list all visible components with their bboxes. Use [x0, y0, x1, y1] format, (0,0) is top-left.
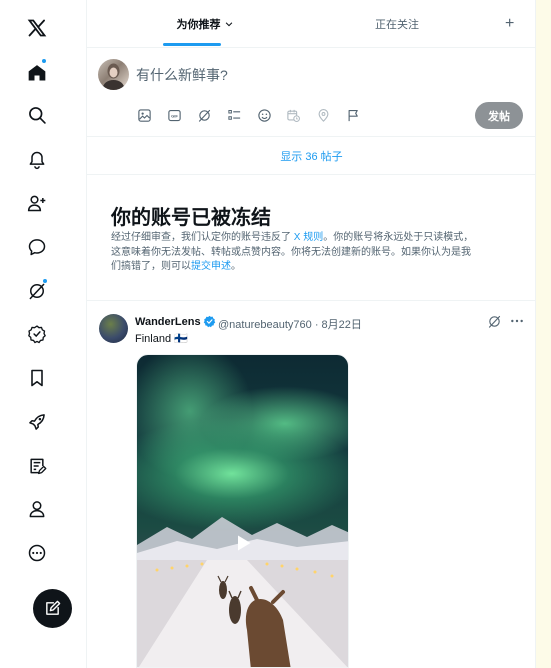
verified-badge-icon — [203, 315, 216, 328]
poll-button[interactable] — [226, 107, 242, 123]
tab-following[interactable]: 正在关注 — [337, 0, 457, 48]
play-icon[interactable] — [233, 533, 253, 553]
grok-icon — [29, 283, 45, 300]
verified-badge-icon — [28, 325, 46, 344]
sidebar-item-articles[interactable] — [27, 448, 79, 484]
compose-icon — [46, 600, 61, 615]
notification-dot — [42, 278, 48, 284]
avatar[interactable] — [98, 59, 129, 90]
chat-bubble-icon — [28, 239, 46, 256]
rocket-icon — [29, 414, 45, 430]
sidebar — [0, 0, 87, 668]
flag-icon — [348, 109, 358, 121]
poll-icon — [227, 109, 240, 120]
tweet-text: Finland 🇫🇮 — [135, 333, 188, 345]
compose-button[interactable] — [33, 589, 72, 628]
image-button[interactable] — [136, 107, 152, 123]
snowy-path-with-deer — [137, 560, 348, 667]
sidebar-item-follow[interactable] — [27, 185, 79, 221]
notice-text: 。你的账号将永远处于只读模式， — [323, 232, 474, 243]
show-new-posts[interactable]: 显示 36 帖子 — [87, 137, 536, 175]
tweet[interactable]: WanderLens @naturebeauty760 · 8月22日 Finl… — [87, 301, 536, 668]
bell-icon — [29, 151, 45, 170]
submit-appeal-link[interactable]: 提交申述 — [191, 261, 231, 272]
bookmark-icon — [31, 369, 43, 387]
image-icon — [137, 108, 151, 122]
emoji-button[interactable] — [256, 107, 272, 123]
location-button[interactable] — [315, 107, 331, 123]
sidebar-item-home[interactable] — [27, 55, 79, 91]
x-rules-link[interactable]: X 规则 — [294, 232, 323, 243]
emoji-icon — [257, 108, 271, 122]
tweet-video[interactable] — [136, 354, 349, 668]
sidebar-item-notifications[interactable] — [27, 142, 79, 178]
notice-title: 你的账号已被冻结 — [111, 207, 271, 229]
notice-body: 经过仔细审查，我们认定你的账号违反了 X 规则。你的账号将永远处于只读模式， 这… — [111, 231, 516, 275]
schedule-icon — [286, 109, 300, 122]
notification-dot — [41, 58, 47, 64]
more-options-icon[interactable] — [509, 313, 525, 329]
tab-for-you[interactable]: 为你推荐 — [145, 0, 265, 48]
sidebar-item-jobs[interactable] — [27, 404, 79, 440]
tweet-meta: @naturebeauty760 · 8月22日 — [218, 316, 362, 332]
main-timeline: 为你推荐 正在关注 + 有什么新鲜事? GIF 发帖 显示 36 帖子 你的账号… — [87, 0, 536, 668]
x-logo-icon[interactable] — [27, 10, 79, 46]
search-icon — [29, 107, 46, 124]
tweet-handle[interactable]: @naturebeauty760 — [218, 319, 312, 331]
add-tab-button[interactable]: + — [505, 16, 514, 32]
gif-button[interactable]: GIF — [166, 107, 182, 123]
tweet-separator: · — [314, 319, 319, 331]
home-icon — [28, 65, 46, 81]
timeline-tabs: 为你推荐 正在关注 + — [87, 0, 536, 48]
location-icon — [318, 108, 328, 122]
account-frozen-notice: 你的账号已被冻结 经过仔细审查，我们认定你的账号违反了 X 规则。你的账号将永远… — [87, 175, 536, 301]
chevron-down-icon — [225, 22, 232, 27]
edit-document-icon — [30, 458, 47, 475]
person-icon — [29, 501, 45, 518]
flag-button[interactable] — [345, 107, 361, 123]
grok-icon — [198, 109, 210, 122]
sidebar-item-bookmarks[interactable] — [27, 360, 79, 396]
notice-text: 们搞错了，则可以 — [111, 261, 191, 272]
grok-icon[interactable] — [487, 314, 502, 329]
notice-text: 。 — [231, 261, 241, 272]
tab-for-you-label: 为你推荐 — [176, 19, 221, 31]
active-tab-indicator — [163, 43, 221, 46]
sidebar-item-explore[interactable] — [27, 97, 79, 133]
sidebar-item-grok[interactable] — [27, 273, 79, 309]
notice-text: 这意味着你无法发帖、转帖或点赞内容。你将无法创建新的账号。如果你认为是我 — [111, 246, 471, 258]
sidebar-item-more[interactable] — [27, 535, 79, 571]
svg-text:GIF: GIF — [171, 113, 178, 118]
tweet-date[interactable]: 8月22日 — [322, 319, 362, 331]
tweet-author-name[interactable]: WanderLens — [135, 316, 201, 328]
sidebar-item-profile[interactable] — [27, 491, 79, 527]
tweet-avatar[interactable] — [99, 314, 128, 343]
tab-following-label: 正在关注 — [375, 19, 419, 31]
schedule-button[interactable] — [285, 107, 301, 123]
sidebar-item-messages[interactable] — [27, 229, 79, 265]
composer: 有什么新鲜事? GIF 发帖 — [87, 48, 536, 137]
more-circle-icon — [28, 544, 46, 562]
gif-icon: GIF — [167, 109, 181, 121]
sidebar-item-verified-orgs[interactable] — [27, 316, 79, 352]
post-button[interactable]: 发帖 — [475, 102, 523, 129]
composer-input[interactable]: 有什么新鲜事? — [136, 65, 228, 85]
person-add-icon — [27, 195, 46, 212]
notice-text: 经过仔细审查，我们认定你的账号违反了 — [111, 232, 294, 243]
grok-button[interactable] — [196, 107, 212, 123]
